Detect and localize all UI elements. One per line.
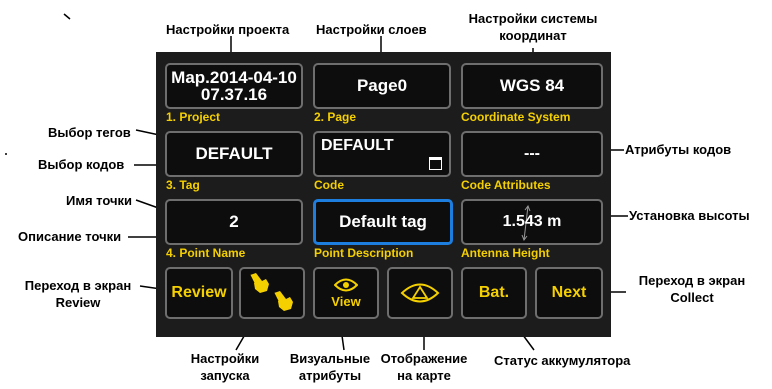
battery-button-label: Bat. xyxy=(478,284,510,301)
review-button[interactable]: Review xyxy=(165,267,233,319)
project-name-line2: 07.37.16 xyxy=(200,85,268,104)
annotation-goto-collect-line1: Переход в экран xyxy=(638,273,746,288)
device-screen: Map.2014-04-10 07.37.16 1. Project Page0… xyxy=(156,52,611,337)
project-field[interactable]: Map.2014-04-10 07.37.16 xyxy=(165,63,303,109)
annotation-height-setup: Установка высоты xyxy=(629,208,750,223)
annotation-map-display-line2: на карте xyxy=(397,368,451,383)
page-field[interactable]: Page0 xyxy=(313,63,451,109)
view-button-label: View xyxy=(331,293,361,309)
launch-settings-button[interactable] xyxy=(239,267,305,319)
code-label: Code xyxy=(314,178,344,192)
square-icon xyxy=(429,157,442,170)
annotation-battery-status: Статус аккумулятора xyxy=(494,353,631,368)
next-button[interactable]: Next xyxy=(535,267,603,319)
point-name-value: 2 xyxy=(229,212,239,231)
annotation-goto-review: Переход в экран Review xyxy=(8,277,148,311)
point-name-field[interactable]: 2 xyxy=(165,199,303,245)
review-button-label: Review xyxy=(171,284,227,301)
point-description-value: Default tag xyxy=(339,212,427,231)
antenna-height-value: 1.543 m xyxy=(502,213,562,230)
next-button-label: Next xyxy=(551,284,587,301)
tag-field[interactable]: DEFAULT xyxy=(165,131,303,177)
annotation-visual-attributes: Визуальные атрибуты xyxy=(282,350,378,384)
annotation-point-description: Описание точки xyxy=(18,229,122,244)
code-field[interactable]: DEFAULT xyxy=(313,131,451,177)
annotation-layer-settings: Настройки слоев xyxy=(316,22,427,37)
annotation-launch-settings-line1: Настройки xyxy=(190,351,260,366)
tag-label: 3. Tag xyxy=(166,178,200,192)
project-label: 1. Project xyxy=(166,110,221,124)
view-button[interactable]: View xyxy=(313,267,379,319)
annotation-map-display: Отображение на карте xyxy=(374,350,474,384)
annotation-goto-review-line1: Переход в экран xyxy=(24,278,132,293)
annotation-point-name: Имя точки xyxy=(66,193,133,208)
annotation-coordinate-settings-line1: Настройки системы xyxy=(468,11,598,26)
point-name-label: 4. Point Name xyxy=(166,246,246,260)
page-value: Page0 xyxy=(356,76,408,95)
point-description-label: Point Description xyxy=(314,246,414,260)
code-value: DEFAULT xyxy=(321,137,394,154)
annotation-goto-review-line2: Review xyxy=(55,295,101,310)
coordinate-system-value: WGS 84 xyxy=(499,76,565,95)
pointing-hands-icon xyxy=(249,273,293,311)
eye-triangle-icon xyxy=(400,283,440,303)
tag-value: DEFAULT xyxy=(195,144,273,163)
annotation-code-attributes: Атрибуты кодов xyxy=(625,142,732,157)
annotation-goto-collect: Переход в экран Collect xyxy=(622,272,762,306)
annotation-code-select: Выбор кодов xyxy=(38,157,125,172)
annotation-launch-settings-line2: запуска xyxy=(200,368,250,383)
coordinate-system-field[interactable]: WGS 84 xyxy=(461,63,603,109)
eye-icon xyxy=(334,278,358,291)
project-name-line1: Map.2014-04-10 xyxy=(171,68,297,87)
point-description-field[interactable]: Default tag xyxy=(313,199,453,245)
annotation-coordinate-settings-line2: координат xyxy=(499,28,567,43)
map-display-button[interactable] xyxy=(387,267,453,319)
annotation-coordinate-settings: Настройки системы координат xyxy=(455,10,611,44)
annotation-visual-attributes-line2: атрибуты xyxy=(298,368,362,383)
page-label: 2. Page xyxy=(314,110,357,124)
battery-status-button[interactable]: Bat. xyxy=(461,267,527,319)
antenna-height-field[interactable]: 1.543 m xyxy=(461,199,603,245)
annotation-goto-collect-line2: Collect xyxy=(670,290,714,305)
annotation-project-settings: Настройки проекта xyxy=(166,22,290,37)
code-attributes-label: Code Attributes xyxy=(461,178,551,192)
code-attributes-value: --- xyxy=(524,145,540,162)
annotation-map-display-line1: Отображение xyxy=(380,351,468,366)
coordinate-system-label: Coordinate System xyxy=(461,110,571,124)
annotation-tag-select: Выбор тегов xyxy=(48,125,131,140)
annotation-launch-settings: Настройки запуска xyxy=(180,350,270,384)
annotation-visual-attributes-line1: Визуальные xyxy=(289,351,371,366)
antenna-height-label: Antenna Height xyxy=(461,246,550,260)
code-attributes-field[interactable]: --- xyxy=(461,131,603,177)
